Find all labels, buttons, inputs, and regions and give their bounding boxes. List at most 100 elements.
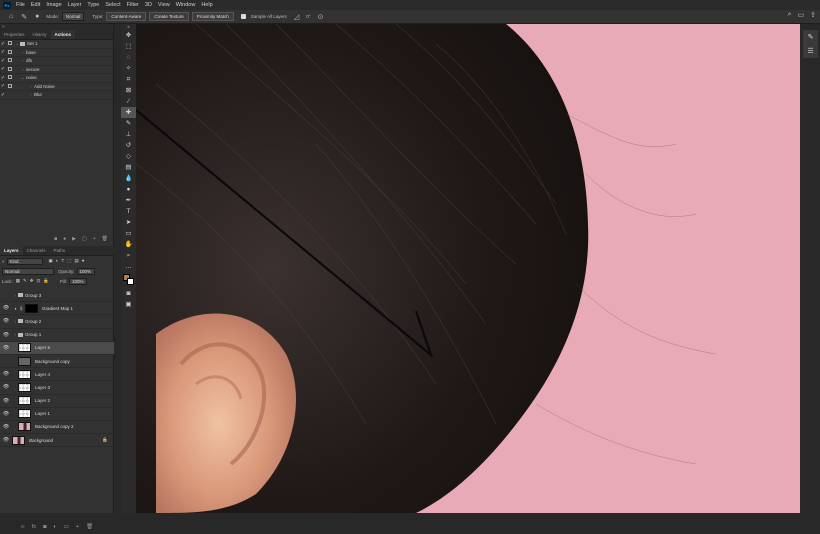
record-icon[interactable]: ● <box>63 236 66 242</box>
stop-icon[interactable]: ■ <box>54 236 57 242</box>
color-swatches[interactable] <box>121 272 136 288</box>
app-logo[interactable]: Ps <box>3 1 11 9</box>
screen-mode-icon[interactable]: ▣ <box>121 299 136 310</box>
delete-icon[interactable]: 🗑 <box>86 524 93 530</box>
content-aware-button[interactable]: Content-Aware <box>106 12 147 21</box>
new-set-icon[interactable]: ▢ <box>82 236 87 242</box>
layer-thumb[interactable] <box>18 422 31 432</box>
quick-select-tool-icon[interactable]: ✧ <box>121 63 136 74</box>
background-color[interactable] <box>127 278 134 285</box>
visibility-icon[interactable]: 👁 <box>0 424 12 430</box>
menu-help[interactable]: Help <box>201 2 212 8</box>
quick-mask-icon[interactable]: ◙ <box>121 288 136 299</box>
frame-tool-icon[interactable]: ⊠ <box>121 85 136 96</box>
tab-paths[interactable]: Paths <box>50 246 70 255</box>
layer-thumb[interactable] <box>18 369 31 379</box>
healing-brush-icon[interactable]: ✎ <box>21 13 27 21</box>
rectangle-tool-icon[interactable]: ▭ <box>121 228 136 239</box>
workspace-icon[interactable]: ▭ <box>798 11 805 19</box>
gradient-tool-icon[interactable]: ▤ <box>121 162 136 173</box>
dialog-toggle[interactable] <box>6 49 14 55</box>
search-icon[interactable]: ⌕ <box>788 11 792 19</box>
layer-thumb[interactable] <box>18 356 31 366</box>
menu-3d[interactable]: 3D <box>145 2 152 8</box>
mode-select[interactable]: Normal <box>61 12 85 21</box>
move-tool-icon[interactable]: ✥ <box>121 30 136 41</box>
angle-value[interactable]: 0° <box>306 14 310 19</box>
visibility-icon[interactable]: 👁 <box>0 384 12 390</box>
opacity-input[interactable]: 100% <box>76 267 95 275</box>
menu-select[interactable]: Select <box>105 2 120 8</box>
menu-file[interactable]: File <box>16 2 25 8</box>
visibility-icon[interactable]: 👁 <box>0 332 12 338</box>
proximity-match-button[interactable]: Proximity Match <box>191 12 234 21</box>
trash-icon[interactable]: 🗑 <box>102 236 108 242</box>
layer-thumb[interactable] <box>18 343 31 353</box>
tab-history[interactable]: History <box>29 30 51 39</box>
brush-tool-icon[interactable]: ✎ <box>121 118 136 129</box>
action-row[interactable]: ✓ ⌄ noise <box>0 74 113 83</box>
action-row[interactable]: ✓ › Add Noise <box>0 83 113 91</box>
menu-filter[interactable]: Filter <box>127 2 139 8</box>
new-action-icon[interactable]: + <box>93 236 96 242</box>
layer-thumb[interactable] <box>18 396 31 406</box>
new-layer-icon[interactable]: + <box>76 524 79 530</box>
type-tool-icon[interactable]: T <box>121 206 136 217</box>
layer-thumb[interactable] <box>18 409 31 419</box>
brush-preset-icon[interactable]: ● <box>35 13 39 20</box>
eyedropper-tool-icon[interactable]: ⁄ <box>121 96 136 107</box>
history-brush-tool-icon[interactable]: ↺ <box>121 140 136 151</box>
more-tools-icon[interactable]: … <box>121 261 136 272</box>
tab-layers[interactable]: Layers <box>0 246 23 255</box>
check-icon[interactable]: ✓ <box>0 92 6 98</box>
eraser-tool-icon[interactable]: ◇ <box>121 151 136 162</box>
layer-row[interactable]: 👁 Layer 5 <box>0 341 114 355</box>
layer-row[interactable]: 👁 Layer 4 <box>0 368 114 382</box>
layer-thumb[interactable] <box>18 382 31 392</box>
path-select-tool-icon[interactable]: ➤ <box>121 217 136 228</box>
menu-type[interactable]: Type <box>87 2 99 8</box>
tab-properties[interactable]: Properties <box>0 30 29 39</box>
dodge-tool-icon[interactable]: ● <box>121 184 136 195</box>
marquee-tool-icon[interactable]: ⬚ <box>121 41 136 52</box>
document-canvas[interactable] <box>136 24 800 513</box>
layer-row[interactable]: 👁 › Group 1 <box>0 329 114 342</box>
tab-channels[interactable]: Channels <box>23 246 50 255</box>
blend-mode-select[interactable]: Normal <box>2 267 54 275</box>
layer-row[interactable]: 👁 Layer 3 <box>0 381 114 395</box>
group-icon[interactable]: ▭ <box>64 524 69 530</box>
layer-row[interactable]: › Group 3 <box>0 289 114 303</box>
dialog-toggle[interactable] <box>6 58 14 63</box>
lasso-tool-icon[interactable]: ◌ <box>121 52 136 63</box>
layer-row[interactable]: 👁 ◐ § Gradient Map 1 <box>0 302 114 316</box>
layer-row[interactable]: 👁 Background copy 2 <box>0 421 114 435</box>
adjustment-icon[interactable]: ◐ <box>53 524 56 530</box>
action-row[interactable]: ✓ › Blur <box>0 91 113 100</box>
menu-edit[interactable]: Edit <box>31 2 40 8</box>
filter-select[interactable]: Kind <box>6 257 43 265</box>
share-icon[interactable]: ⇪ <box>810 11 816 19</box>
tab-actions[interactable]: Actions <box>50 30 76 39</box>
lock-icons[interactable]: ▦✎✥⊡🔒 <box>16 278 52 284</box>
sample-all-layers-checkbox[interactable] <box>240 14 246 19</box>
clone-stamp-tool-icon[interactable]: ⊥ <box>121 129 136 140</box>
visibility-icon[interactable]: 👁 <box>0 305 12 311</box>
layer-row[interactable]: 👁 Background 🔒 <box>0 434 114 448</box>
layer-thumb[interactable] <box>12 435 25 445</box>
play-icon[interactable]: ▶ <box>72 236 76 242</box>
dialog-toggle[interactable] <box>6 75 14 80</box>
layer-row[interactable]: 👁 Layer 1 <box>0 408 114 421</box>
menu-view[interactable]: View <box>158 2 170 8</box>
mask-icon[interactable]: ◙ <box>43 524 46 530</box>
layer-row[interactable]: 👁 › Group 2 <box>0 315 114 329</box>
fx-icon[interactable]: fx <box>32 524 36 530</box>
dialog-toggle[interactable] <box>6 41 14 46</box>
visibility-icon[interactable]: 👁 <box>0 411 12 417</box>
visibility-icon[interactable]: 👁 <box>0 437 12 443</box>
visibility-icon[interactable]: 👁 <box>0 371 12 377</box>
blur-tool-icon[interactable]: 💧 <box>121 173 136 184</box>
action-row[interactable]: ✓ ⌄ Set 1 <box>0 40 113 49</box>
menu-image[interactable]: Image <box>46 2 61 8</box>
filter-icons[interactable]: ▣◐T⬚▤● <box>49 258 88 264</box>
hand-tool-icon[interactable]: ✋ <box>121 239 136 250</box>
